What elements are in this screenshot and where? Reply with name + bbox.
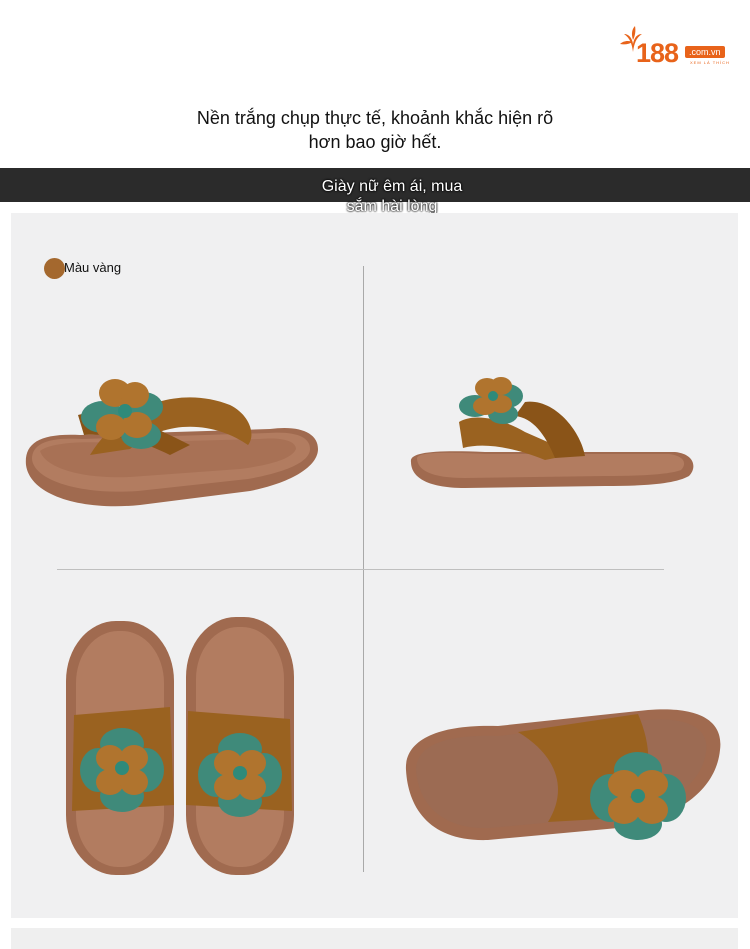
banner-title: Giày nữ êm ái, mua sắm hài lòng	[296, 177, 488, 217]
grid-divider-horizontal	[57, 569, 664, 570]
brand-number: 188	[636, 38, 679, 68]
intro-line-1: Nền trắng chụp thực tế, khoảnh khắc hiện…	[196, 108, 554, 128]
intro-line-2: hơn bao giờ hết.	[308, 132, 442, 152]
sandal-side-view-right-image[interactable]	[405, 372, 700, 497]
sandal-pair-top-view-image[interactable]	[62, 615, 302, 880]
sandal-side-view-image[interactable]	[20, 345, 330, 515]
intro-text: Nền trắng chụp thực tế, khoảnh khắc hiện…	[0, 106, 750, 154]
color-option-label: Màu vàng	[64, 260, 122, 275]
sandal-sole-view-image[interactable]	[398, 700, 728, 850]
banner-line-1: Giày nữ êm ái, mua	[321, 178, 463, 195]
brand-domain: .com.vn	[685, 46, 725, 58]
next-panel	[11, 928, 738, 949]
brand-logo[interactable]: 188 .com.vn XEM LÀ THÍCH	[618, 24, 738, 70]
brand-tagline: XEM LÀ THÍCH	[690, 60, 730, 65]
color-swatch[interactable]	[44, 258, 65, 279]
